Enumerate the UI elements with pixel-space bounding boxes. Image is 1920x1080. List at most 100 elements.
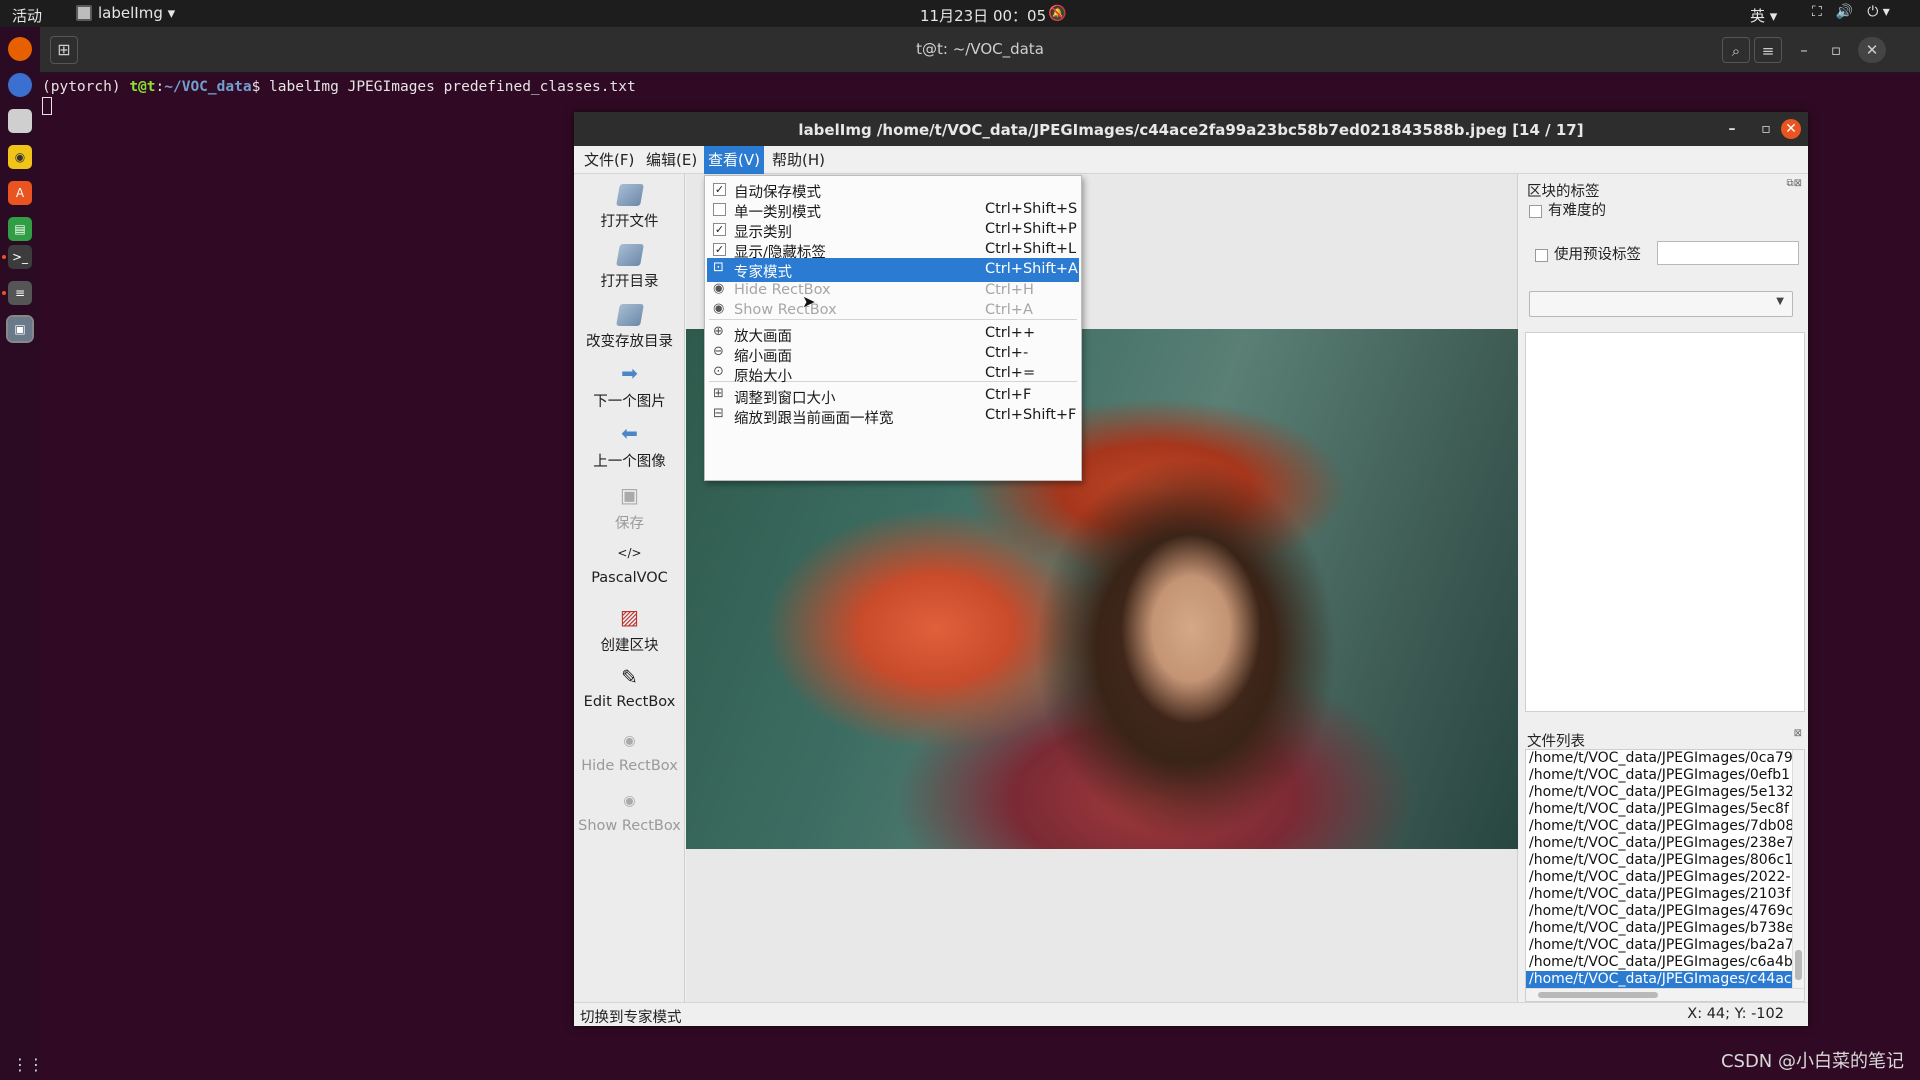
next-image-button[interactable]: ➡ 下一个图片	[574, 360, 685, 411]
box-labels-title: 区块的标签	[1527, 184, 1600, 200]
edit-rectbox-button[interactable]: ✎ Edit RectBox	[574, 664, 685, 710]
maximize-button[interactable]: ▫	[1756, 119, 1776, 139]
terminal-icon[interactable]: >_	[8, 245, 32, 269]
file-list-item[interactable]: /home/t/VOC_data/JPEGImages/4769c	[1526, 903, 1792, 920]
file-list-hscrollbar[interactable]	[1526, 988, 1804, 1001]
minimize-button[interactable]: –	[1790, 37, 1818, 63]
menu-help[interactable]: 帮助(H)	[768, 146, 829, 174]
checkbox-box	[1535, 248, 1548, 262]
terminal-cursor	[42, 97, 52, 115]
dock-float-close-icon[interactable]: ⧉⊠	[1786, 178, 1802, 189]
eye-icon: ◉	[623, 793, 636, 809]
preset-label-input[interactable]	[1657, 241, 1799, 265]
view-menu-item[interactable]: ◉ Show RectBox Ctrl+A	[707, 299, 1079, 323]
tool-label: 下一个图片	[593, 394, 666, 410]
view-menu-item[interactable]: ⊙ 原始大小 Ctrl+=	[707, 362, 1079, 386]
scroll-thumb[interactable]	[1538, 992, 1658, 998]
close-button[interactable]: ✕	[1781, 119, 1801, 139]
menu-view[interactable]: 查看(V)	[704, 146, 764, 174]
hamburger-menu-icon[interactable]: ≡	[1754, 37, 1782, 63]
tool-label: Edit RectBox	[583, 694, 676, 710]
close-button[interactable]: ✕	[1858, 37, 1886, 63]
menu-item-shortcut: Ctrl+Shift+S	[985, 201, 1078, 217]
menu-item-label: Hide RectBox	[734, 282, 831, 298]
rhythmbox-icon[interactable]: ◉	[8, 145, 32, 169]
label-list[interactable]	[1525, 332, 1805, 712]
save-button[interactable]: ▣ 保存	[574, 482, 685, 533]
menu-item-shortcut: Ctrl+Shift+F	[985, 407, 1077, 423]
labelimg-dock-icon[interactable]: ▣	[6, 315, 34, 343]
file-list-item[interactable]: /home/t/VOC_data/JPEGImages/2022-	[1526, 869, 1792, 886]
editor-icon[interactable]: ▤	[8, 217, 32, 241]
fit-window-icon: ⊞	[713, 386, 724, 401]
file-list-item[interactable]: /home/t/VOC_data/JPEGImages/2103f	[1526, 886, 1792, 903]
system-tray[interactable]: ⛶ 🔊 ⏻ ▾	[1812, 4, 1890, 20]
file-list-item[interactable]: /home/t/VOC_data/JPEGImages/0efb1	[1526, 767, 1792, 784]
create-rect-icon: ▨	[620, 605, 639, 629]
terminal-output[interactable]: (pytorch) t@t:~/VOC_data$ labelImg JPEGI…	[40, 73, 636, 115]
app-menu-label: labelImg ▾	[98, 4, 176, 22]
change-save-dir-button[interactable]: 改变存放目录	[574, 304, 685, 351]
menu-file[interactable]: 文件(F)	[580, 146, 638, 174]
prompt-end: $	[251, 79, 270, 95]
checkbox-unchecked-icon	[713, 203, 726, 216]
scroll-thumb[interactable]	[1795, 950, 1802, 980]
view-menu-item[interactable]: ⊟ 缩放到跟当前画面一样宽 Ctrl+Shift+F	[707, 404, 1079, 428]
network-icon: ⛶	[1812, 4, 1822, 20]
use-preset-checkbox[interactable]: 使用预设标签	[1535, 243, 1641, 264]
eye-icon: ◉	[623, 733, 636, 749]
create-rectbox-button[interactable]: ▨ 创建区块	[574, 604, 685, 655]
files-icon[interactable]	[8, 109, 32, 133]
menu-item-label: Show RectBox	[734, 302, 837, 318]
file-list-vscrollbar[interactable]	[1792, 750, 1804, 990]
file-list-item[interactable]: /home/t/VOC_data/JPEGImages/7db08	[1526, 818, 1792, 835]
file-list-item[interactable]: /home/t/VOC_data/JPEGImages/c6a4b	[1526, 954, 1792, 971]
watermark: CSDN @小白菜的笔记	[1720, 1051, 1904, 1072]
tool-label: PascalVOC	[591, 570, 668, 586]
file-list-item[interactable]: /home/t/VOC_data/JPEGImages/806c1	[1526, 852, 1792, 869]
format-icon: </>	[617, 546, 642, 560]
menu-item-shortcut: Ctrl+F	[985, 387, 1032, 403]
menu-item-shortcut: Ctrl+=	[985, 365, 1036, 381]
file-list[interactable]: /home/t/VOC_data/JPEGImages/0ca79/home/t…	[1525, 749, 1805, 1002]
label-combobox[interactable]: ▼	[1529, 291, 1793, 317]
dock-float-icon[interactable]: ⊠	[1794, 728, 1802, 739]
difficult-checkbox[interactable]: 有难度的	[1529, 199, 1606, 220]
app-menu[interactable]: labelImg ▾	[76, 4, 175, 22]
top-bar: 活动 labelImg ▾ 11月23日 00：05 🔕 英 ▾ ⛶ 🔊 ⏻ ▾	[0, 0, 1920, 27]
menu-edit[interactable]: 编辑(E)	[642, 146, 701, 174]
file-list-item[interactable]: /home/t/VOC_data/JPEGImages/0ca79	[1526, 750, 1792, 767]
show-rectbox-button[interactable]: ◉ Show RectBox	[574, 788, 685, 834]
clock[interactable]: 11月23日 00：05	[920, 5, 1046, 26]
format-button[interactable]: </> PascalVOC	[574, 540, 685, 586]
edit-rect-icon: ✎	[621, 665, 638, 689]
open-file-button[interactable]: 打开文件	[574, 184, 685, 231]
file-list-item[interactable]: /home/t/VOC_data/JPEGImages/238e7	[1526, 835, 1792, 852]
code-icon[interactable]: ≡	[8, 281, 32, 305]
firefox-icon[interactable]	[8, 37, 32, 61]
tool-bar: 打开文件 打开目录 改变存放目录 ➡ 下一个图片 ⬅ 上一个图像 ▣ 保存 </> Pa…	[574, 174, 685, 1002]
minimize-button[interactable]: –	[1722, 119, 1742, 139]
search-icon[interactable]: ⌕	[1722, 37, 1750, 63]
file-list-item[interactable]: /home/t/VOC_data/JPEGImages/c44ac	[1526, 971, 1792, 988]
prev-image-button[interactable]: ⬅ 上一个图像	[574, 420, 685, 471]
maximize-button[interactable]: ▫	[1822, 37, 1850, 63]
file-list-item[interactable]: /home/t/VOC_data/JPEGImages/5ec8f	[1526, 801, 1792, 818]
hide-rectbox-button[interactable]: ◉ Hide RectBox	[574, 728, 685, 774]
eye-icon: ◉	[713, 281, 725, 296]
chrome-icon[interactable]	[8, 73, 32, 97]
file-list-item[interactable]: /home/t/VOC_data/JPEGImages/b738e	[1526, 920, 1792, 937]
input-method-indicator[interactable]: 英 ▾	[1750, 5, 1777, 26]
chevron-down-icon: ▼	[1776, 296, 1784, 307]
software-icon[interactable]: A	[8, 181, 32, 205]
file-list-item[interactable]: /home/t/VOC_data/JPEGImages/ba2a7	[1526, 937, 1792, 954]
tool-label: 打开目录	[600, 274, 659, 290]
open-dir-button[interactable]: 打开目录	[574, 244, 685, 291]
menu-item-shortcut: Ctrl+Shift+A	[985, 261, 1078, 277]
file-list-title: 文件列表	[1527, 734, 1585, 750]
file-list-item[interactable]: /home/t/VOC_data/JPEGImages/5e132	[1526, 784, 1792, 801]
checkbox-checked-icon: ✓	[713, 223, 726, 236]
labelimg-titlebar[interactable]: labelImg /home/t/VOC_data/JPEGImages/c44…	[574, 112, 1808, 146]
activities-button[interactable]: 活动	[12, 5, 42, 26]
menu-item-shortcut: Ctrl+A	[985, 302, 1033, 318]
